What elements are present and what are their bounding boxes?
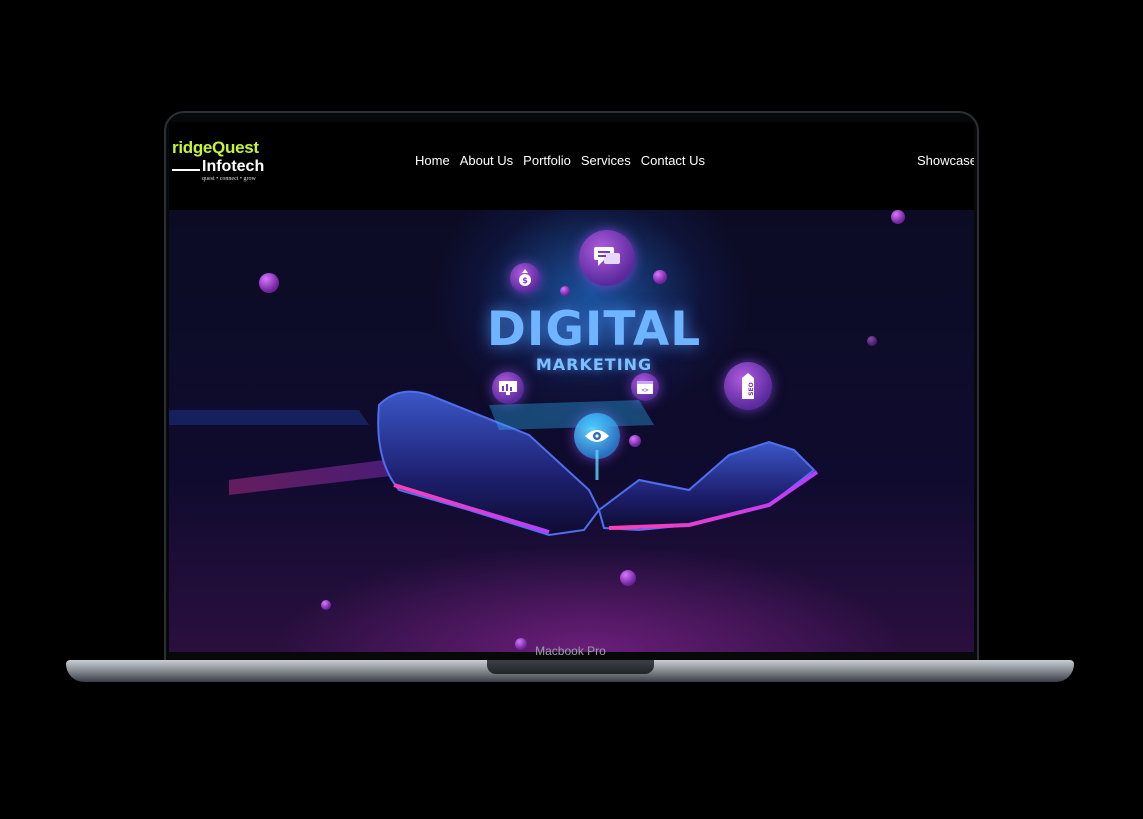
robot-hand-illustration: [169, 390, 819, 537]
main-nav: Home About Us Portfolio Services Contact…: [415, 153, 705, 168]
device-label: Macbook Pro: [535, 644, 606, 658]
hero-banner: $ SEO <> DIGITAL MARKETING: [169, 210, 974, 652]
nav-home[interactable]: Home: [415, 153, 450, 168]
logo-wordmark-bottom: Infotech: [202, 158, 265, 175]
site-header: ridgeQuest Infotech quest • connect • gr…: [169, 122, 974, 210]
nav-services[interactable]: Services: [581, 153, 631, 168]
nav-showcase[interactable]: Showcase: [917, 153, 974, 168]
logo-tagline: quest • connect • grow: [202, 176, 256, 182]
nav-portfolio[interactable]: Portfolio: [523, 153, 571, 168]
nav-contact-us[interactable]: Contact Us: [641, 153, 705, 168]
site-logo[interactable]: ridgeQuest Infotech quest • connect • gr…: [172, 138, 282, 188]
laptop-lid: ridgeQuest Infotech quest • connect • gr…: [164, 111, 979, 663]
nav-about-us[interactable]: About Us: [460, 153, 513, 168]
logo-dash: [172, 169, 200, 171]
laptop-screen: ridgeQuest Infotech quest • connect • gr…: [169, 122, 974, 652]
laptop-notch: [487, 660, 654, 674]
logo-wordmark-top: ridgeQuest: [172, 138, 259, 157]
